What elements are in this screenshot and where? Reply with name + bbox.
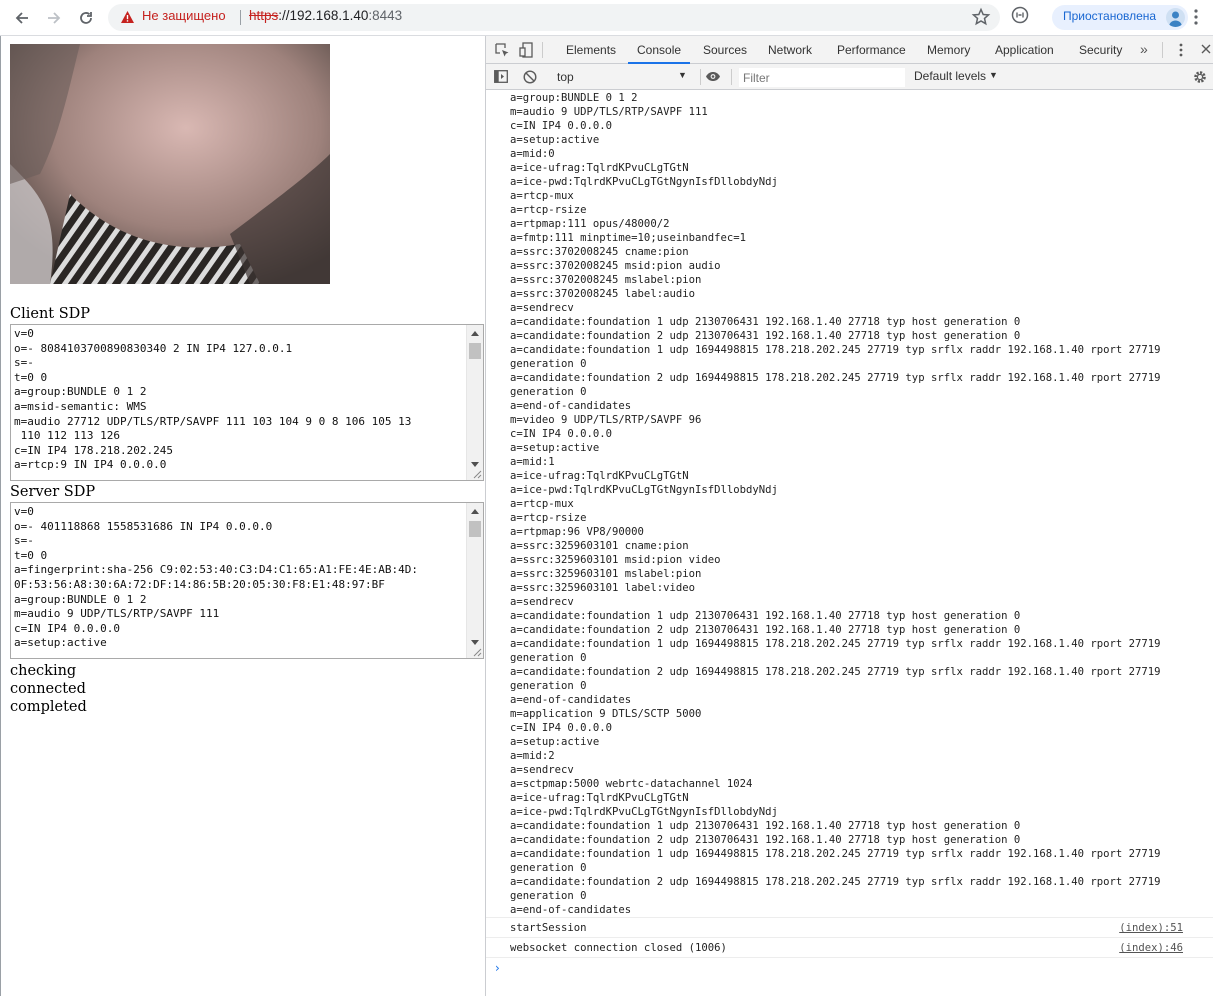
devtools-menu-icon[interactable] (1179, 43, 1183, 57)
console-log-block: a=group:BUNDLE 0 1 2 m=audio 9 UDP/TLS/R… (510, 92, 1161, 916)
eye-icon[interactable] (705, 71, 721, 82)
back-button[interactable] (10, 6, 34, 30)
resize-grip-icon[interactable] (473, 470, 482, 479)
browser-menu-icon[interactable] (1194, 8, 1198, 26)
server-sdp-textarea[interactable]: v=0 o=- 401118868 1558531686 IN IP4 0.0.… (10, 502, 484, 659)
tab-performance[interactable]: Performance (837, 36, 906, 64)
scroll-thumb[interactable] (469, 343, 481, 359)
filter-input[interactable] (739, 68, 905, 87)
profile-chip[interactable]: Приостановлена (1052, 5, 1188, 30)
url-host: ://192.168.1.40 (278, 8, 369, 23)
bookmark-star-icon[interactable] (971, 7, 991, 27)
client-sdp-label: Client SDP (10, 306, 91, 322)
message-text: startSession (510, 922, 587, 934)
arrow-right-icon (48, 12, 61, 24)
source-link[interactable]: (index):46 (1119, 942, 1183, 954)
url-text[interactable]: https://192.168.1.40:8443 (249, 8, 402, 23)
divider (542, 42, 543, 58)
divider (1162, 42, 1163, 58)
url-scheme: https (249, 8, 279, 23)
dropdown-arrow-icon: ▼ (989, 70, 998, 80)
inspect-element-icon[interactable] (495, 43, 510, 58)
devtools-tabbar: Elements Console Sources Network Perform… (486, 36, 1213, 64)
tab-network[interactable]: Network (768, 36, 812, 64)
close-icon[interactable] (1201, 44, 1211, 54)
divider (700, 69, 701, 85)
browser-toolbar: Не защищено https://192.168.1.40:8443 Пр… (0, 0, 1213, 36)
avatar (1166, 8, 1185, 27)
url-port: :8443 (368, 8, 403, 23)
warning-icon[interactable] (120, 10, 135, 24)
tab-console[interactable]: Console (628, 36, 691, 64)
server-sdp-text: v=0 o=- 401118868 1558531686 IN IP4 0.0.… (14, 505, 418, 650)
context-select[interactable]: top ▼ (552, 68, 692, 86)
scroll-thumb[interactable] (469, 521, 481, 537)
context-value: top (557, 70, 574, 84)
scrollbar[interactable] (466, 503, 483, 658)
tab-elements[interactable]: Elements (566, 36, 616, 64)
device-toolbar-icon[interactable] (519, 42, 533, 58)
message-text: websocket connection closed (1006) (510, 942, 727, 954)
extension-icon[interactable] (1011, 6, 1029, 24)
arrow-left-icon (15, 12, 28, 24)
video-player[interactable] (10, 44, 330, 284)
server-sdp-label: Server SDP (10, 484, 96, 500)
tab-memory[interactable]: Memory (927, 36, 970, 64)
scrollbar[interactable] (466, 325, 483, 480)
tab-security[interactable]: Security (1079, 36, 1122, 64)
scroll-up-arrow[interactable] (467, 503, 483, 519)
triangle-up-icon (471, 330, 479, 336)
clear-console-icon[interactable] (523, 70, 537, 84)
client-sdp-textarea[interactable]: v=0 o=- 8084103700890830340 2 IN IP4 127… (10, 324, 484, 481)
address-bar[interactable]: Не защищено https://192.168.1.40:8443 (108, 4, 1000, 31)
forward-button[interactable] (42, 6, 66, 30)
dropdown-arrow-icon: ▼ (678, 70, 687, 80)
triangle-down-icon (471, 639, 479, 645)
profile-status-label: Приостановлена (1063, 9, 1157, 23)
source-link[interactable]: (index):51 (1119, 922, 1183, 934)
client-sdp-text: v=0 o=- 8084103700890830340 2 IN IP4 127… (14, 327, 412, 472)
triangle-down-icon (471, 461, 479, 467)
reload-icon (80, 12, 92, 24)
scroll-up-arrow[interactable] (467, 325, 483, 341)
ice-state-line: connected (10, 681, 86, 697)
tab-application[interactable]: Application (995, 36, 1054, 64)
more-tabs-button[interactable]: » (1140, 41, 1148, 57)
console-message: startSession (index):51 (486, 917, 1213, 937)
ice-state-line: checking (10, 663, 77, 679)
tab-sources[interactable]: Sources (703, 36, 747, 64)
ice-state-line: completed (10, 699, 87, 715)
resize-grip-icon[interactable] (473, 648, 482, 657)
divider (731, 69, 732, 85)
user-avatar-icon (1169, 11, 1182, 27)
video-frame (10, 44, 330, 284)
reload-button[interactable] (74, 6, 98, 30)
chevron-right-icon: › (495, 961, 500, 975)
page-content: Client SDP v=0 o=- 8084103700890830340 2… (0, 36, 485, 996)
console-prompt[interactable]: › (486, 957, 1213, 977)
log-levels-select[interactable]: Default levels (914, 69, 986, 83)
devtools-panel: Elements Console Sources Network Perform… (485, 36, 1213, 996)
gear-icon[interactable] (1193, 70, 1207, 84)
security-label[interactable]: Не защищено (142, 8, 226, 23)
sidebar-toggle-icon[interactable] (494, 70, 508, 83)
triangle-up-icon (471, 508, 479, 514)
console-message: websocket connection closed (1006) (inde… (486, 937, 1213, 957)
console-output[interactable]: a=group:BUNDLE 0 1 2 m=audio 9 UDP/TLS/R… (486, 91, 1213, 996)
console-toolbar: top ▼ Default levels ▼ (486, 64, 1213, 90)
divider (240, 10, 241, 25)
